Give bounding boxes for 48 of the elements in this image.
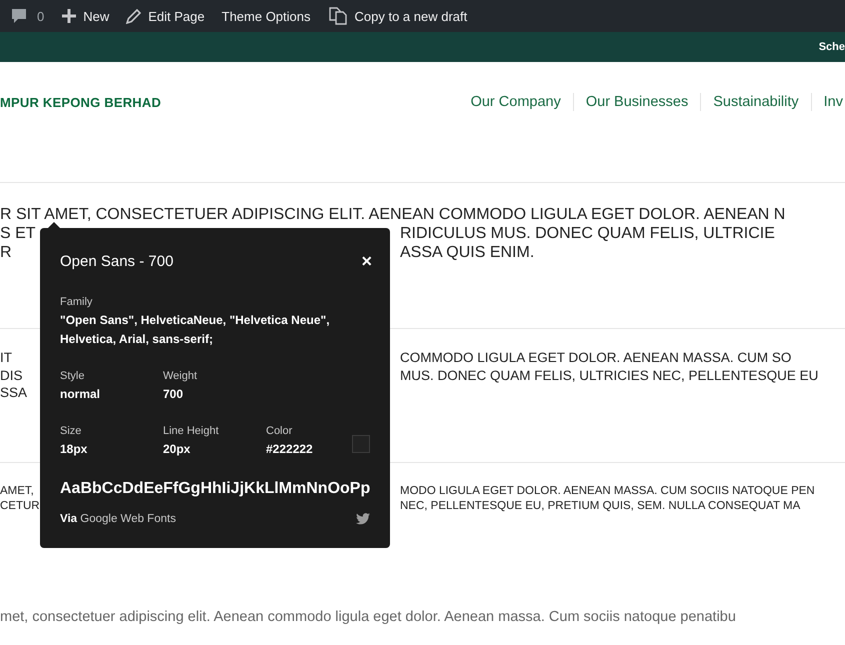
heading-text: AMET, — [0, 484, 35, 499]
comment-count[interactable]: 0 — [37, 8, 44, 24]
toolbar-link[interactable]: Edit Page — [148, 8, 205, 24]
field-label: Size — [60, 425, 82, 437]
heading-text: MUS. DONEC QUAM FELIS, ULTRICIES NEC, PELLENTESQUE EU — [400, 366, 820, 384]
top-link[interactable]: Sche — [818, 41, 845, 53]
copy-icon — [328, 6, 348, 26]
popup-title: Open Sans - 700 — [60, 252, 174, 270]
nav-link[interactable]: Inv — [810, 93, 845, 111]
heading-text: NEC, PELLENTESQUE EU, PRETIUM QUIS, SEM. NULLA CONSEQUAT MA — [400, 499, 802, 514]
field-label: Weight — [163, 370, 198, 382]
field-value: normal — [60, 386, 102, 403]
plus-icon — [62, 9, 76, 23]
pencil-icon — [126, 8, 142, 24]
font-sample: AaBbCcDdEeFfGgHhIiJjKkLlMmNnOoPp — [60, 480, 370, 498]
field-value: #222222 — [266, 441, 314, 458]
field-label: Family — [60, 296, 94, 308]
comment-icon — [10, 7, 28, 25]
heading-text: RIDICULUS MUS. DONEC QUAM FELIS, ULTRICIE — [400, 224, 776, 243]
field-label: Line Height — [163, 425, 220, 437]
field-value: "Open Sans", HelveticaNeue, "Helvetica Neue", Helvetica, Arial, sans-serif; — [60, 312, 331, 348]
toolbar-link[interactable]: Theme Options — [222, 8, 310, 24]
heading-text: DIS — [0, 366, 24, 384]
field-label: Color — [266, 425, 294, 437]
nav-link[interactable]: Sustainability — [700, 93, 811, 111]
nav-link[interactable]: Our Businesses — [572, 93, 700, 111]
heading-text: R — [0, 243, 13, 262]
body-text: met, consectetuer adipiscing elit. Aenean commodo ligula eget dolor. Aenean massa. Cum sociis natoque penatibu — [0, 608, 737, 625]
field-value: 700 — [163, 386, 184, 403]
field-value: 18px — [60, 441, 88, 458]
field-value: 20px — [163, 441, 192, 458]
heading-text: S ET — [0, 224, 37, 243]
nav-link[interactable]: Our Company — [458, 93, 573, 111]
field-label: Style — [60, 370, 86, 382]
toolbar-link[interactable]: New — [83, 8, 110, 24]
company-logo[interactable]: MPUR KEPONG BERHAD — [0, 95, 162, 110]
heading-text: CETUR — [0, 499, 41, 514]
source-link[interactable]: Google Web Fonts — [80, 513, 176, 525]
twitter-bird-icon[interactable] — [356, 513, 370, 525]
via-label: Via — [60, 513, 78, 525]
heading-text: IT — [0, 349, 13, 366]
heading-text: MODO LIGULA EGET DOLOR. AENEAN MASSA. CUM SOCIIS NATOQUE PEN — [400, 484, 816, 499]
close-button[interactable]: × — [361, 252, 372, 270]
heading-text: SSA — [0, 384, 28, 402]
heading-text: ASSA QUIS ENIM. — [400, 243, 536, 262]
heading-text: R SIT AMET, CONSECTETUER ADIPISCING ELIT. AENEAN COMMODO LIGULA EGET DOLOR. AENEAN N — [0, 205, 786, 224]
toolbar-link[interactable]: Copy to a new draft — [354, 8, 468, 24]
heading-text: COMMODO LIGULA EGET DOLOR. AENEAN MASSA. CUM SO — [400, 349, 792, 366]
